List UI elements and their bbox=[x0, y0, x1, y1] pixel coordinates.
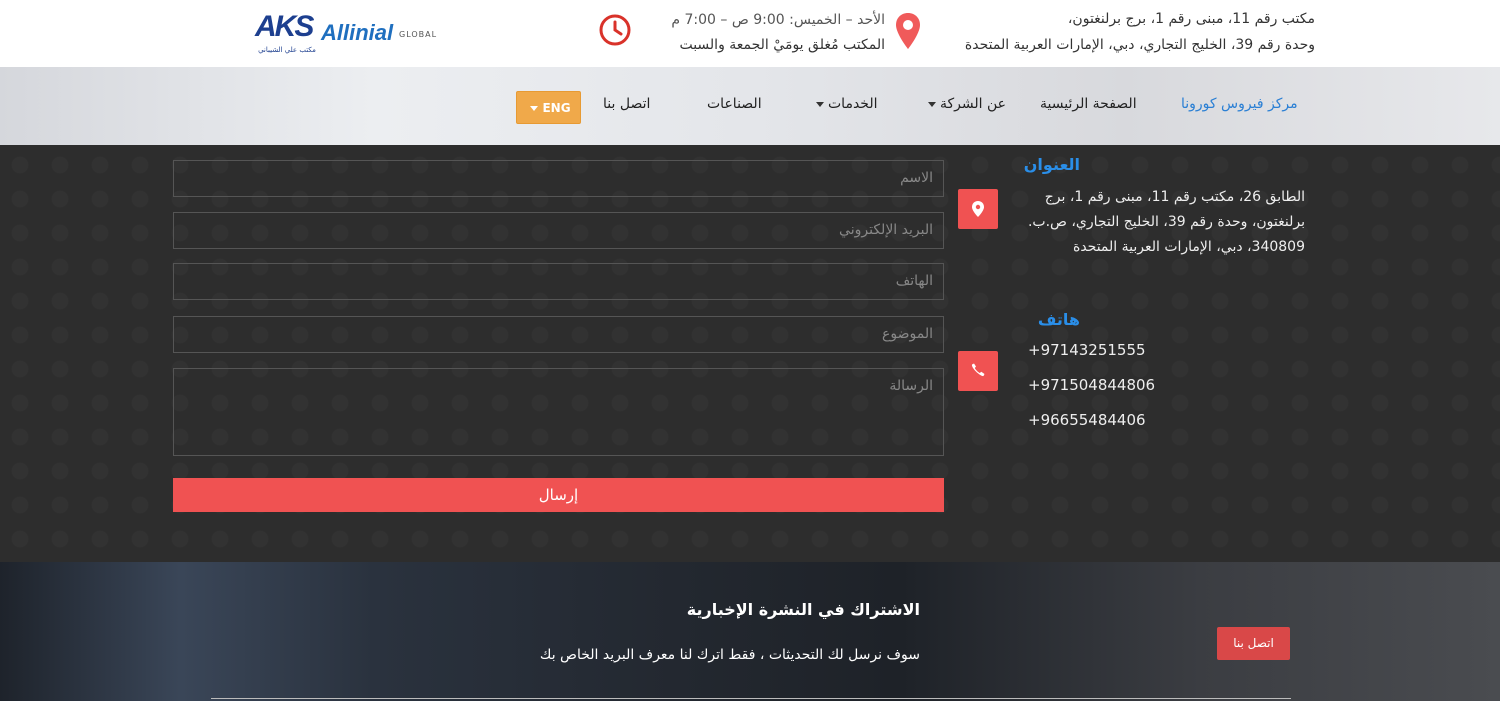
nav-item-services[interactable]: الخدمات bbox=[812, 96, 878, 112]
nav-item-contact[interactable]: اتصل بنا bbox=[603, 96, 650, 112]
phone-title: هاتف bbox=[1037, 310, 1080, 329]
logo-aks-subtitle: مكتب علي الشيباني bbox=[258, 46, 316, 54]
hours-weekdays: الأحد – الخميس: 9:00 ص – 7:00 م bbox=[671, 12, 885, 28]
chevron-down-icon bbox=[530, 106, 539, 111]
hours-closed: المكتب مُغلق يومَيْ الجمعة والسبت bbox=[679, 37, 885, 53]
address-line: برلنغتون، وحدة رقم 39، الخليج التجاري، ص… bbox=[1027, 214, 1305, 230]
phone-icon bbox=[971, 363, 985, 377]
top-bar: AKS مكتب علي الشيباني Allinial GLOBAL ال… bbox=[0, 0, 1500, 67]
phone-number[interactable]: +971504844806 bbox=[1028, 376, 1155, 394]
clock-icon bbox=[599, 14, 631, 46]
chevron-down-icon bbox=[816, 101, 824, 107]
address-icon-box bbox=[958, 189, 998, 229]
newsletter-title: الاشتراك في النشرة الإخبارية bbox=[686, 600, 920, 619]
address-line: 340809، دبي، الإمارات العربية المتحدة bbox=[1072, 239, 1305, 255]
location-pin-icon bbox=[896, 13, 920, 49]
phone-number[interactable]: +96655484406 bbox=[1028, 411, 1146, 429]
contact-section: الاسم البريد الإلكتروني الهاتف الموضوع ا… bbox=[0, 145, 1500, 562]
nav-item-about[interactable]: عن الشركة bbox=[924, 96, 1006, 112]
newsletter-divider bbox=[211, 698, 1291, 699]
nav-item-industries[interactable]: الصناعات bbox=[707, 96, 762, 112]
logo-aks: AKS bbox=[255, 10, 314, 43]
newsletter-subtitle: سوف نرسل لك التحديثات ، فقط اترك لنا معر… bbox=[539, 647, 920, 663]
nav-item-coronavirus[interactable]: مركز فيروس كورونا bbox=[1181, 96, 1298, 112]
phone-input[interactable]: الهاتف bbox=[173, 263, 944, 300]
logo-global: GLOBAL bbox=[399, 30, 438, 39]
main-nav: مركز فيروس كورونا الصفحة الرئيسية عن الش… bbox=[0, 67, 1500, 145]
nav-services-label: الخدمات bbox=[828, 96, 878, 112]
company-logo[interactable]: AKS مكتب علي الشيباني Allinial GLOBAL bbox=[255, 10, 450, 62]
subject-input[interactable]: الموضوع bbox=[173, 316, 944, 353]
address-title: العنوان bbox=[1023, 155, 1080, 174]
header-address-line2: وحدة رقم 39، الخليج التجاري، دبي، الإمار… bbox=[964, 37, 1315, 53]
logo-allinial: Allinial bbox=[321, 20, 394, 45]
language-button[interactable]: ENG bbox=[516, 91, 581, 124]
language-label: ENG bbox=[542, 101, 571, 115]
newsletter-contact-button[interactable]: اتصل بنا bbox=[1217, 627, 1290, 660]
email-input[interactable]: البريد الإلكتروني bbox=[173, 212, 944, 249]
phone-number[interactable]: +97143251555 bbox=[1028, 341, 1146, 359]
address-line: الطابق 26، مكتب رقم 11، مبنى رقم 1، برج bbox=[1044, 189, 1305, 205]
header-address-line1: مكتب رقم 11، مبنى رقم 1، برج برلنغتون، bbox=[1067, 11, 1315, 27]
send-button[interactable]: إرسال bbox=[173, 478, 944, 512]
message-textarea[interactable]: الرسالة bbox=[173, 368, 944, 456]
header-address: مكتب رقم 11، مبنى رقم 1، برج برلنغتون، و… bbox=[930, 6, 1315, 58]
newsletter-section: الاشتراك في النشرة الإخبارية سوف نرسل لك… bbox=[0, 562, 1500, 701]
nav-item-home[interactable]: الصفحة الرئيسية bbox=[1040, 96, 1137, 112]
name-input[interactable]: الاسم bbox=[173, 160, 944, 197]
address-text: الطابق 26، مكتب رقم 11، مبنى رقم 1، برج … bbox=[1020, 185, 1305, 260]
nav-about-label: عن الشركة bbox=[940, 96, 1007, 112]
chevron-down-icon bbox=[928, 101, 936, 107]
office-hours: الأحد – الخميس: 9:00 ص – 7:00 م المكتب م… bbox=[640, 8, 885, 58]
map-marker-icon bbox=[972, 201, 984, 217]
phone-icon-box bbox=[958, 351, 998, 391]
